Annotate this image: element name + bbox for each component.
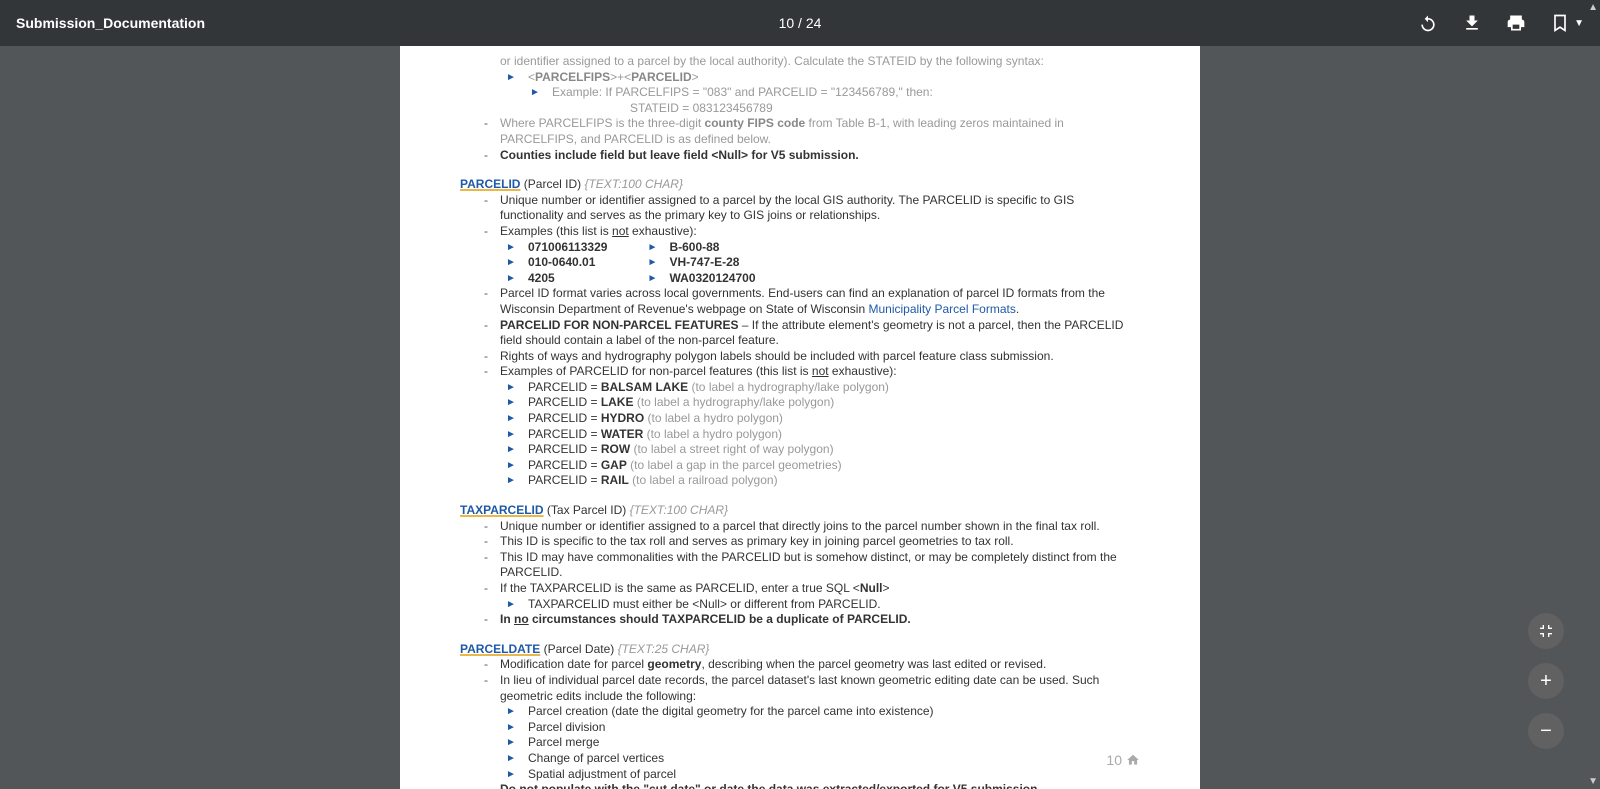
page-indicator: 10 / 24 <box>779 15 822 31</box>
stateid-example: Example: If PARCELFIPS = "083" and PARCE… <box>530 85 1140 101</box>
download-icon[interactable] <box>1462 13 1482 33</box>
tax-l4: If the TAXPARCELID is the same as PARCEL… <box>484 581 1140 597</box>
col2: B-600-88 VH-747-E-28 WA0320124700 <box>647 240 755 287</box>
parcelid-header: PARCELID (Parcel ID) {TEXT:100 CHAR} <box>460 177 1140 193</box>
page-number: 10 <box>1106 751 1122 769</box>
parcelid-nonparcel: PARCELID FOR NON-PARCEL FEATURES – If th… <box>484 318 1140 349</box>
document-page: or identifier assigned to a parcel by th… <box>400 46 1200 789</box>
dropdown-icon[interactable]: ▼ <box>1574 18 1584 29</box>
scroll-up-icon[interactable]: ▲ <box>1588 2 1598 13</box>
municipality-formats-link[interactable]: Municipality Parcel Formats <box>868 302 1015 316</box>
document-title: Submission_Documentation <box>16 15 205 31</box>
example-value: 071006113329 <box>506 240 607 256</box>
tax-l2: This ID is specific to the tax roll and … <box>484 534 1140 550</box>
scroll-down-icon[interactable]: ▼ <box>1588 776 1598 787</box>
home-icon[interactable] <box>1126 753 1140 767</box>
tax-l3: This ID may have commonalities with the … <box>484 550 1140 581</box>
nonparcel-example: PARCELID = LAKE (to label a hydrography/… <box>506 395 1140 411</box>
zoom-in-button[interactable]: + <box>1528 663 1564 699</box>
nonparcel-example: PARCELID = BALSAM LAKE (to label a hydro… <box>506 380 1140 396</box>
parceldate-name: PARCELDATE <box>460 642 540 656</box>
bookmark-icon[interactable] <box>1550 13 1570 33</box>
rotate-icon[interactable] <box>1418 13 1438 33</box>
parcelid-name: PARCELID <box>460 177 520 191</box>
example-value: VH-747-E-28 <box>647 255 755 271</box>
nonparcel-example: PARCELID = HYDRO (to label a hydro polyg… <box>506 411 1140 427</box>
stateid-syntax: <PARCELFIPS>+<PARCELID> <box>506 70 1140 86</box>
pd-l2: In lieu of individual parcel date record… <box>484 673 1140 704</box>
parcelid-desc: Unique number or identifier assigned to … <box>484 193 1140 224</box>
example-value: 4205 <box>506 271 607 287</box>
parcelid-format: Parcel ID format varies across local gov… <box>484 286 1140 317</box>
tax-l6: In no circumstances should TAXPARCELID b… <box>484 612 1140 628</box>
where-clause: Where PARCELFIPS is the three-digit coun… <box>484 116 1140 147</box>
tax-l5: TAXPARCELID must either be <Null> or dif… <box>506 597 1140 613</box>
print-icon[interactable] <box>1506 13 1526 33</box>
fit-page-button[interactable] <box>1528 613 1564 649</box>
stateid-intro: or identifier assigned to a parcel by th… <box>500 54 1140 70</box>
col1: 071006113329 010-0640.01 4205 <box>506 240 607 287</box>
taxparcelid-name: TAXPARCELID <box>460 503 544 517</box>
toolbar-actions: ▼ <box>1418 13 1584 33</box>
parceldate-header: PARCELDATE (Parcel Date) {TEXT:25 CHAR} <box>460 642 1140 658</box>
page-footer: 10 <box>1106 751 1140 769</box>
pd-l3: Do not populate with the "cut date" or d… <box>484 782 1140 789</box>
nonparcel-example: PARCELID = WATER (to label a hydro polyg… <box>506 427 1140 443</box>
example-value: 010-0640.01 <box>506 255 607 271</box>
taxparcelid-header: TAXPARCELID (Tax Parcel ID) {TEXT:100 CH… <box>460 503 1140 519</box>
parcelid-example-columns: 071006113329 010-0640.01 4205 B-600-88 V… <box>506 240 1140 287</box>
nonparcel-example: PARCELID = ROW (to label a street right … <box>506 442 1140 458</box>
counties-note: Counties include field but leave field <… <box>484 148 1140 164</box>
parcelid-rights: Rights of ways and hydrography polygon l… <box>484 349 1140 365</box>
geometric-edit-item: Change of parcel vertices <box>506 751 1140 767</box>
stateid-result: STATEID = 083123456789 <box>630 101 1140 117</box>
example-value: B-600-88 <box>647 240 755 256</box>
example-value: WA0320124700 <box>647 271 755 287</box>
geometric-edit-item: Spatial adjustment of parcel <box>506 767 1140 783</box>
geometric-edit-item: Parcel creation (date the digital geomet… <box>506 704 1140 720</box>
zoom-controls: + − <box>1528 613 1564 749</box>
zoom-out-button[interactable]: − <box>1528 713 1564 749</box>
geometric-edit-item: Parcel merge <box>506 735 1140 751</box>
document-viewer[interactable]: or identifier assigned to a parcel by th… <box>0 46 1600 789</box>
pd-l1: Modification date for parcel geometry, d… <box>484 657 1140 673</box>
nonparcel-example: PARCELID = GAP (to label a gap in the pa… <box>506 458 1140 474</box>
parcelid-examples-label: Examples (this list is not exhaustive): <box>484 224 1140 240</box>
parcelid-np-examples-label: Examples of PARCELID for non-parcel feat… <box>484 364 1140 380</box>
tax-l1: Unique number or identifier assigned to … <box>484 519 1140 535</box>
geometric-edit-item: Parcel division <box>506 720 1140 736</box>
pdf-toolbar: Submission_Documentation 10 / 24 ▼ <box>0 0 1600 46</box>
nonparcel-example: PARCELID = RAIL (to label a railroad pol… <box>506 473 1140 489</box>
